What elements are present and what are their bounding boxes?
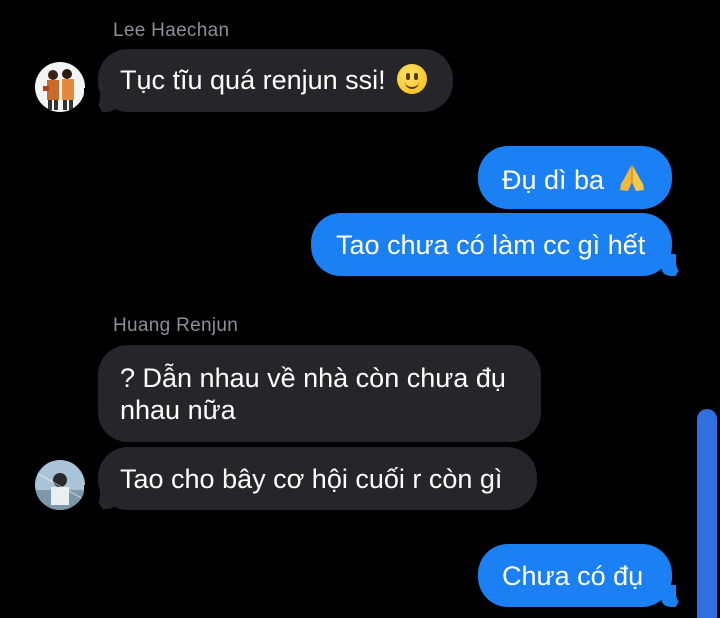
bubble-tail-mask (676, 252, 692, 278)
avatar-lee-haechan-image (35, 62, 85, 112)
message-text-line-1: ? Dẫn nhau về nhà còn chưa đụ (120, 363, 506, 393)
message-bubble-outgoing[interactable]: Đụ dì ba (478, 146, 672, 209)
avatar-huang-renjun[interactable] (35, 460, 85, 510)
bubble-tail-mask (84, 485, 100, 511)
message-text-line-2: nhau nữa (120, 395, 236, 425)
scrollbar-thumb[interactable] (697, 409, 717, 618)
bubble-tail-mask (84, 88, 100, 114)
sender-name-huang-renjun: Huang Renjun (113, 315, 239, 336)
message-text: Tao chưa có làm cc gì hết (336, 230, 646, 260)
avatar-huang-renjun-image (35, 460, 85, 510)
sender-name-lee-haechan: Lee Haechan (113, 20, 230, 41)
message-bubble-incoming[interactable]: Tao cho bây cơ hội cuối r còn gì (98, 447, 537, 510)
message-bubble-outgoing[interactable]: Chưa có đụ (478, 544, 672, 607)
avatar-lee-haechan[interactable] (35, 62, 85, 112)
message-text: Tao cho bây cơ hội cuối r còn gì (120, 464, 503, 494)
message-bubble-incoming[interactable]: ? Dẫn nhau về nhà còn chưa đụ nhau nữa (98, 345, 541, 442)
message-text: Chưa có đụ (502, 561, 644, 591)
message-bubble-outgoing[interactable]: Tao chưa có làm cc gì hết (311, 213, 672, 276)
message-text: Đụ dì ba (502, 165, 605, 195)
message-bubble-incoming[interactable]: Tục tĩu quá renjun ssi! (98, 49, 453, 112)
bubble-tail-mask (676, 583, 692, 609)
slightly-smiling-face-icon (397, 64, 428, 94)
folded-hands-icon (619, 165, 644, 191)
message-text: Tục tĩu quá renjun ssi! (120, 65, 386, 95)
